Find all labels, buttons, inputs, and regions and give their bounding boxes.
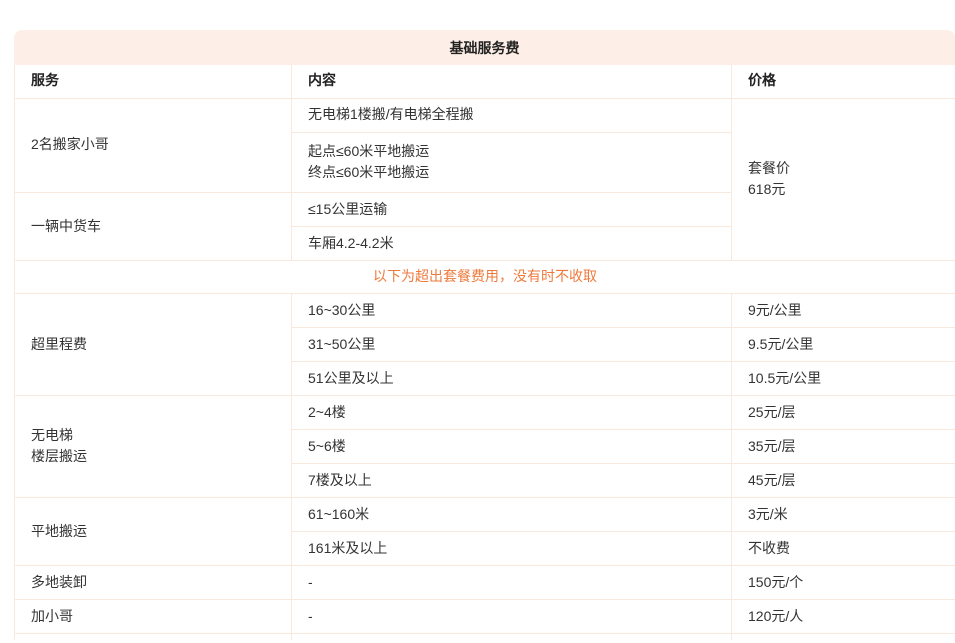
notice-row: 以下为超出套餐费用，没有时不收取 bbox=[15, 260, 955, 293]
price-cell: 3元/米 bbox=[732, 497, 955, 531]
price-cell: 150元/个 bbox=[732, 565, 955, 599]
price-cell: 25元/层 bbox=[732, 395, 955, 429]
package-price-cell: 套餐价 618元 bbox=[732, 98, 955, 260]
content-cell: 7楼及以上 bbox=[292, 463, 732, 497]
content-cell: 起点≤60米平地搬运 终点≤60米平地搬运 bbox=[292, 132, 732, 192]
content-cell: 61~160米 bbox=[292, 497, 732, 531]
content-cell: 161米及以上 bbox=[292, 531, 732, 565]
content-cell: ≤15公里运输 bbox=[292, 192, 732, 226]
service-cell: 无电梯 楼层搬运 bbox=[15, 395, 292, 497]
package-price-label: 套餐价 bbox=[748, 158, 939, 180]
content-cell: 2~4楼 bbox=[292, 395, 732, 429]
content-cell bbox=[292, 633, 732, 640]
pricing-table: 服务 内容 价格 2名搬家小哥 无电梯1楼搬/有电梯全程搬 套餐价 618元 起… bbox=[14, 65, 955, 640]
price-cell: 10.5元/公里 bbox=[732, 361, 955, 395]
content-line: 起点≤60米平地搬运 bbox=[308, 141, 715, 163]
table-row: 超里程费 16~30公里 9元/公里 bbox=[15, 293, 955, 327]
service-cell: 超里程费 bbox=[15, 293, 292, 395]
content-line: 终点≤60米平地搬运 bbox=[308, 162, 715, 184]
service-cell: 一辆中货车 bbox=[15, 192, 292, 260]
price-cell: 45元/层 bbox=[732, 463, 955, 497]
cutoff-next-row bbox=[15, 633, 955, 640]
service-line: 无电梯 bbox=[31, 425, 275, 447]
column-header-row: 服务 内容 价格 bbox=[15, 65, 955, 98]
content-cell: - bbox=[292, 565, 732, 599]
service-cell: 加小哥 bbox=[15, 599, 292, 633]
col-header-content: 内容 bbox=[292, 65, 732, 98]
service-cell: 多地装卸 bbox=[15, 565, 292, 599]
col-header-service: 服务 bbox=[15, 65, 292, 98]
content-cell: 车厢4.2-4.2米 bbox=[292, 226, 732, 260]
price-cell: 9.5元/公里 bbox=[732, 327, 955, 361]
content-cell: 51公里及以上 bbox=[292, 361, 732, 395]
content-cell: 16~30公里 bbox=[292, 293, 732, 327]
content-cell: 5~6楼 bbox=[292, 429, 732, 463]
over-package-notice: 以下为超出套餐费用，没有时不收取 bbox=[15, 260, 955, 293]
price-cell: 9元/公里 bbox=[732, 293, 955, 327]
service-line: 楼层搬运 bbox=[31, 446, 275, 468]
table-row: 2名搬家小哥 无电梯1楼搬/有电梯全程搬 套餐价 618元 bbox=[15, 98, 955, 132]
price-cell bbox=[732, 633, 955, 640]
content-cell: 31~50公里 bbox=[292, 327, 732, 361]
table-row: 平地搬运 61~160米 3元/米 bbox=[15, 497, 955, 531]
service-cell bbox=[15, 633, 292, 640]
service-cell: 平地搬运 bbox=[15, 497, 292, 565]
table-row: 多地装卸 - 150元/个 bbox=[15, 565, 955, 599]
package-price-value: 618元 bbox=[748, 179, 939, 201]
col-header-price: 价格 bbox=[732, 65, 955, 98]
service-cell: 2名搬家小哥 bbox=[15, 98, 292, 192]
table-row: 加小哥 - 120元/人 bbox=[15, 599, 955, 633]
price-cell: 不收费 bbox=[732, 531, 955, 565]
content-cell: 无电梯1楼搬/有电梯全程搬 bbox=[292, 98, 732, 132]
table-row: 无电梯 楼层搬运 2~4楼 25元/层 bbox=[15, 395, 955, 429]
pricing-panel: 基础服务费 服务 内容 价格 2名搬家小哥 无电梯1楼搬/有电梯全程搬 套餐价 … bbox=[14, 30, 955, 640]
price-cell: 120元/人 bbox=[732, 599, 955, 633]
price-cell: 35元/层 bbox=[732, 429, 955, 463]
table-title: 基础服务费 bbox=[14, 30, 955, 65]
content-cell: - bbox=[292, 599, 732, 633]
